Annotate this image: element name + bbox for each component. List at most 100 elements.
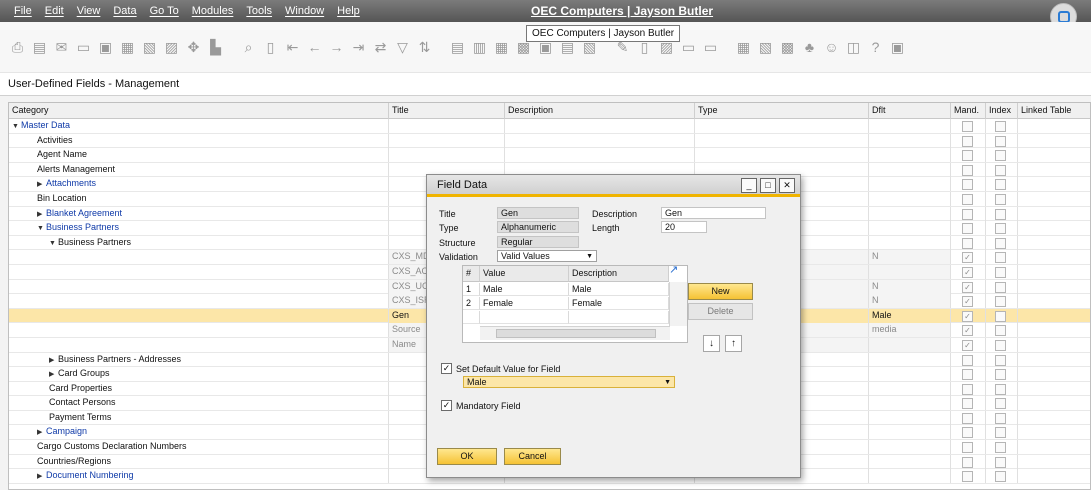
mandatory-checkbox[interactable]	[962, 412, 973, 424]
index-cell[interactable]	[986, 469, 1018, 484]
collapse-icon[interactable]: ▼	[37, 222, 46, 235]
help-icon[interactable]: ?	[866, 38, 885, 57]
target-document-icon[interactable]: ▥	[470, 38, 489, 57]
category-cell[interactable]: Activities	[9, 133, 389, 148]
mand-cell[interactable]	[951, 162, 986, 177]
linked-table-cell[interactable]	[1018, 236, 1090, 250]
dflt-cell[interactable]	[869, 469, 951, 484]
menu-window[interactable]: Window	[285, 5, 324, 17]
dflt-cell[interactable]: Male	[869, 308, 951, 323]
table-row[interactable]: Agent Name	[9, 148, 1090, 163]
index-checkbox[interactable]	[995, 135, 1006, 147]
linked-table-cell[interactable]	[1018, 353, 1090, 367]
table-row[interactable]: ▼ Master Data	[9, 119, 1090, 134]
mandatory-checkbox[interactable]: ✓	[962, 252, 973, 264]
mand-cell[interactable]	[951, 352, 986, 367]
expand-matrix-icon[interactable]: ↗	[669, 263, 678, 276]
header-dflt[interactable]: Dflt	[869, 103, 951, 119]
linked-table-cell[interactable]	[1018, 323, 1090, 337]
mandatory-checkbox[interactable]	[962, 150, 973, 162]
mand-cell[interactable]	[951, 410, 986, 425]
category-cell[interactable]: ▶ Campaign	[9, 425, 389, 440]
mandatory-checkbox[interactable]	[962, 398, 973, 410]
category-cell[interactable]: Payment Terms	[9, 410, 389, 425]
mandatory-checkbox[interactable]: ✓	[962, 296, 973, 308]
index-checkbox[interactable]	[995, 296, 1006, 308]
menu-modules[interactable]: Modules	[192, 5, 234, 17]
index-cell[interactable]	[986, 323, 1018, 338]
expand-icon[interactable]: ▶	[37, 426, 46, 439]
linked-table-cell[interactable]	[1018, 207, 1090, 221]
dflt-cell[interactable]	[869, 206, 951, 221]
find-icon[interactable]: ⌕	[239, 38, 258, 57]
matrix-cell-description[interactable]: Female	[569, 297, 669, 310]
dflt-cell[interactable]	[869, 367, 951, 382]
menu-data[interactable]: Data	[113, 5, 136, 17]
messages-icon[interactable]: ▭	[679, 38, 698, 57]
index-checkbox[interactable]	[995, 164, 1006, 176]
mand-cell[interactable]: ✓	[951, 279, 986, 294]
linked-table-cell[interactable]	[1018, 163, 1090, 177]
mandatory-checkbox[interactable]: ✓	[962, 325, 973, 337]
dflt-cell[interactable]	[869, 162, 951, 177]
linked-table-cell[interactable]	[1018, 177, 1090, 191]
fax-icon[interactable]: ▣	[96, 38, 115, 57]
mand-cell[interactable]	[951, 206, 986, 221]
category-cell[interactable]	[9, 337, 389, 352]
index-checkbox[interactable]	[995, 208, 1006, 220]
index-cell[interactable]	[986, 133, 1018, 148]
category-cell[interactable]	[9, 264, 389, 279]
print-preview-icon[interactable]: ⎙	[8, 38, 27, 57]
dflt-cell[interactable]: N	[869, 279, 951, 294]
index-checkbox[interactable]	[995, 223, 1006, 235]
mand-cell[interactable]	[951, 119, 986, 133]
mand-cell[interactable]	[951, 235, 986, 250]
mandatory-checkbox[interactable]	[962, 223, 973, 235]
app-title[interactable]: OEC Computers | Jayson Butler	[531, 4, 713, 18]
index-checkbox[interactable]	[995, 456, 1006, 468]
move-icon[interactable]: ✥	[184, 38, 203, 57]
type-cell[interactable]	[695, 133, 869, 148]
index-checkbox[interactable]	[995, 150, 1006, 162]
mand-cell[interactable]	[951, 396, 986, 411]
expand-icon[interactable]: ▶	[37, 470, 46, 483]
print-icon[interactable]: ▤	[30, 38, 49, 57]
matrix-horizontal-scrollbar[interactable]	[480, 326, 670, 340]
index-cell[interactable]	[986, 235, 1018, 250]
first-record-icon[interactable]: ⇤	[283, 38, 302, 57]
index-cell[interactable]	[986, 440, 1018, 455]
index-cell[interactable]	[986, 294, 1018, 309]
dflt-cell[interactable]	[869, 440, 951, 455]
linked-table-cell[interactable]	[1018, 134, 1090, 148]
new-button[interactable]: New	[688, 283, 753, 300]
type-field[interactable]: Alphanumeric	[497, 221, 579, 233]
mand-cell[interactable]	[951, 454, 986, 469]
mandatory-checkbox[interactable]	[962, 369, 973, 381]
header-description[interactable]: Description	[505, 103, 695, 119]
index-checkbox[interactable]	[995, 339, 1006, 351]
dflt-cell[interactable]	[869, 221, 951, 236]
index-checkbox[interactable]	[995, 179, 1006, 191]
index-checkbox[interactable]	[995, 237, 1006, 249]
linked-table-cell[interactable]	[1018, 367, 1090, 381]
index-cell[interactable]	[986, 250, 1018, 265]
move-up-icon[interactable]: ↑	[725, 335, 742, 352]
mandatory-checkbox[interactable]: ✓	[962, 281, 973, 293]
mand-cell[interactable]: ✓	[951, 250, 986, 265]
mandatory-checkbox[interactable]	[962, 121, 973, 132]
scrollbar-thumb[interactable]	[496, 329, 656, 338]
header-linked-table[interactable]: Linked Table	[1018, 103, 1090, 119]
add-icon[interactable]: ▯	[261, 38, 280, 57]
index-checkbox[interactable]	[995, 427, 1006, 439]
type-cell[interactable]	[695, 119, 869, 133]
mandatory-checkbox[interactable]: ✓	[962, 310, 973, 322]
dflt-cell[interactable]	[869, 235, 951, 250]
dflt-cell[interactable]	[869, 177, 951, 192]
menu-goto[interactable]: Go To	[150, 5, 179, 17]
type-cell[interactable]	[695, 148, 869, 163]
dflt-cell[interactable]	[869, 425, 951, 440]
mand-cell[interactable]	[951, 367, 986, 382]
linked-table-cell[interactable]	[1018, 148, 1090, 162]
index-cell[interactable]	[986, 221, 1018, 236]
index-cell[interactable]	[986, 264, 1018, 279]
